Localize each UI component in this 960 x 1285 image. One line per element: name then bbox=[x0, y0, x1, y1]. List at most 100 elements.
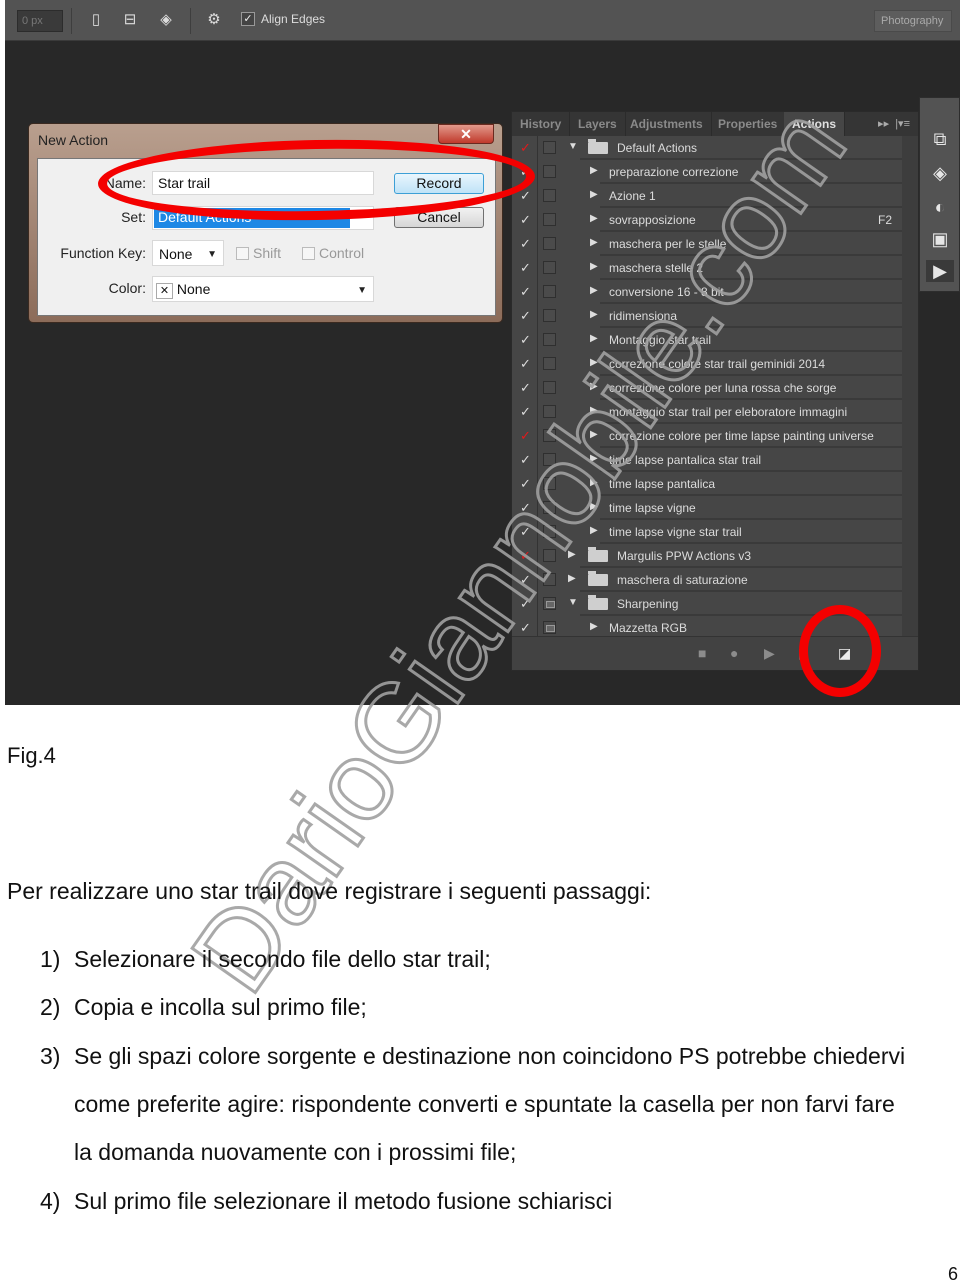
dialog-toggle-box[interactable] bbox=[543, 405, 556, 418]
dialog-toggle-box[interactable] bbox=[543, 381, 556, 394]
adjustments-icon[interactable]: ◐ bbox=[929, 196, 951, 218]
control-checkbox[interactable]: Control bbox=[302, 245, 364, 261]
stop-icon[interactable]: ■ bbox=[698, 645, 706, 661]
triangle-right-icon[interactable]: ▶ bbox=[590, 381, 598, 392]
action-row[interactable]: ✓ ▶ sovrapposizione F2 bbox=[512, 208, 902, 232]
arrange-layers-icon[interactable]: ◈ bbox=[157, 10, 175, 30]
dialog-toggle-box[interactable] bbox=[543, 477, 556, 490]
toggle-item-check-icon[interactable]: ✓ bbox=[520, 332, 534, 348]
action-row[interactable]: ✓ ▶ time lapse vigne star trail bbox=[512, 520, 902, 544]
dialog-toggle-box[interactable] bbox=[543, 189, 556, 202]
toggle-item-check-icon[interactable]: ✓ bbox=[520, 284, 534, 300]
px-field[interactable]: 0 px bbox=[17, 10, 63, 32]
toggle-item-check-icon[interactable]: ✓ bbox=[520, 428, 534, 444]
triangle-right-icon[interactable]: ▶ bbox=[590, 405, 598, 416]
triangle-right-icon[interactable]: ▶ bbox=[590, 429, 598, 440]
tab-actions[interactable]: Actions bbox=[784, 112, 846, 136]
triangle-right-icon[interactable]: ▶ bbox=[590, 309, 598, 320]
dialog-toggle-box[interactable] bbox=[543, 237, 556, 250]
toggle-item-check-icon[interactable]: ✓ bbox=[520, 188, 534, 204]
toggle-item-check-icon[interactable]: ✓ bbox=[520, 524, 534, 540]
dialog-toggle-box[interactable] bbox=[543, 429, 556, 442]
triangle-right-icon[interactable]: ▶ bbox=[568, 573, 576, 584]
action-row[interactable]: ✓ ▶ time lapse pantalica bbox=[512, 472, 902, 496]
dialog-toggle-box[interactable] bbox=[543, 621, 556, 634]
function-key-select[interactable]: None ▼ bbox=[152, 240, 224, 266]
toggle-item-check-icon[interactable]: ✓ bbox=[520, 212, 534, 228]
dialog-toggle-box[interactable] bbox=[543, 357, 556, 370]
dialog-toggle-box[interactable] bbox=[543, 549, 556, 562]
action-row[interactable]: ✓ ▶ correzione colore star trail geminid… bbox=[512, 352, 902, 376]
shift-checkbox[interactable]: Shift bbox=[236, 245, 281, 261]
action-set-row[interactable]: ✓ ▶ Margulis PPW Actions v3 bbox=[512, 544, 902, 568]
toggle-item-check-icon[interactable]: ✓ bbox=[520, 356, 534, 372]
gear-icon[interactable]: ⚙ bbox=[205, 10, 223, 30]
tab-adjustments[interactable]: Adjustments bbox=[622, 112, 712, 136]
toggle-item-check-icon[interactable]: ✓ bbox=[520, 548, 534, 564]
toggle-item-check-icon[interactable]: ✓ bbox=[520, 308, 534, 324]
panel-menu-icon[interactable]: ▸▸ |▾≡ bbox=[878, 117, 910, 130]
toggle-item-check-icon[interactable]: ✓ bbox=[520, 572, 534, 588]
actions-icon[interactable]: ▶ bbox=[926, 260, 954, 282]
dialog-toggle-box[interactable] bbox=[543, 261, 556, 274]
triangle-right-icon[interactable]: ▶ bbox=[590, 237, 598, 248]
triangle-right-icon[interactable]: ▶ bbox=[590, 477, 598, 488]
triangle-right-icon[interactable]: ▶ bbox=[590, 261, 598, 272]
triangle-right-icon[interactable]: ▶ bbox=[590, 525, 598, 536]
action-row[interactable]: ✓ ▶ correzione colore per time lapse pai… bbox=[512, 424, 902, 448]
triangle-down-icon[interactable]: ▼ bbox=[568, 597, 578, 608]
toggle-item-check-icon[interactable]: ✓ bbox=[520, 260, 534, 276]
dialog-toggle-box[interactable] bbox=[543, 525, 556, 538]
action-row[interactable]: ✓ ▶ maschera stelle 2 bbox=[512, 256, 902, 280]
action-row[interactable]: ✓ ▶ ridimensiona bbox=[512, 304, 902, 328]
triangle-right-icon[interactable]: ▶ bbox=[590, 333, 598, 344]
dialog-toggle-box[interactable] bbox=[543, 309, 556, 322]
action-row[interactable]: ✓ ▶ conversione 16 - 8 bit bbox=[512, 280, 902, 304]
toggle-item-check-icon[interactable]: ✓ bbox=[520, 140, 534, 156]
action-set-row[interactable]: ✓ ▶ maschera di saturazione bbox=[512, 568, 902, 592]
dialog-toggle-box[interactable] bbox=[543, 573, 556, 586]
tab-history[interactable]: History bbox=[512, 112, 571, 136]
scrollbar[interactable] bbox=[902, 136, 918, 636]
triangle-right-icon[interactable]: ▶ bbox=[590, 213, 598, 224]
toggle-item-check-icon[interactable]: ✓ bbox=[520, 596, 534, 612]
toggle-item-check-icon[interactable]: ✓ bbox=[520, 500, 534, 516]
align-edges-checkbox[interactable]: ✓ bbox=[241, 12, 255, 26]
toggle-item-check-icon[interactable]: ✓ bbox=[520, 380, 534, 396]
dialog-toggle-box[interactable] bbox=[543, 333, 556, 346]
dialog-toggle-box[interactable] bbox=[543, 141, 556, 154]
align-distribute-icon[interactable]: ⊟ bbox=[121, 10, 139, 30]
action-row[interactable]: ✓ ▶ Azione 1 bbox=[512, 184, 902, 208]
toggle-item-check-icon[interactable]: ✓ bbox=[520, 404, 534, 420]
layers-icon[interactable]: ◈ bbox=[929, 162, 951, 184]
tab-properties[interactable]: Properties bbox=[710, 112, 787, 136]
record-icon[interactable]: ● bbox=[730, 645, 738, 661]
properties-icon[interactable]: ▣ bbox=[929, 228, 951, 250]
dialog-toggle-box[interactable] bbox=[543, 597, 556, 610]
toggle-item-check-icon[interactable]: ✓ bbox=[520, 476, 534, 492]
triangle-right-icon[interactable]: ▶ bbox=[590, 453, 598, 464]
toggle-item-check-icon[interactable]: ✓ bbox=[520, 620, 534, 636]
action-row[interactable]: ✓ ▶ Montaggio star trail bbox=[512, 328, 902, 352]
triangle-right-icon[interactable]: ▶ bbox=[590, 189, 598, 200]
toggle-item-check-icon[interactable]: ✓ bbox=[520, 236, 534, 252]
triangle-right-icon[interactable]: ▶ bbox=[590, 165, 598, 176]
triangle-right-icon[interactable]: ▶ bbox=[590, 285, 598, 296]
triangle-right-icon[interactable]: ▶ bbox=[590, 501, 598, 512]
dialog-toggle-box[interactable] bbox=[543, 213, 556, 226]
dialog-toggle-box[interactable] bbox=[543, 285, 556, 298]
workspace-switcher[interactable]: Photography bbox=[874, 10, 952, 32]
action-set-row[interactable]: ✓ ▼ Default Actions bbox=[512, 136, 902, 160]
tab-layers[interactable]: Layers bbox=[570, 112, 626, 136]
action-row[interactable]: ✓ ▶ maschera per le stelle bbox=[512, 232, 902, 256]
dialog-toggle-box[interactable] bbox=[543, 453, 556, 466]
action-row[interactable]: ✓ ▶ montaggio star trail per eleboratore… bbox=[512, 400, 902, 424]
history-icon[interactable]: ⧉ bbox=[929, 128, 951, 150]
action-row[interactable]: ✓ ▶ correzione colore per luna rossa che… bbox=[512, 376, 902, 400]
play-icon[interactable]: ▶ bbox=[764, 645, 775, 662]
dialog-toggle-box[interactable] bbox=[543, 165, 556, 178]
action-row[interactable]: ✓ ▶ preparazione correzione bbox=[512, 160, 902, 184]
triangle-right-icon[interactable]: ▶ bbox=[590, 621, 598, 632]
triangle-right-icon[interactable]: ▶ bbox=[590, 357, 598, 368]
align-top-icon[interactable]: ▯ bbox=[87, 10, 105, 30]
